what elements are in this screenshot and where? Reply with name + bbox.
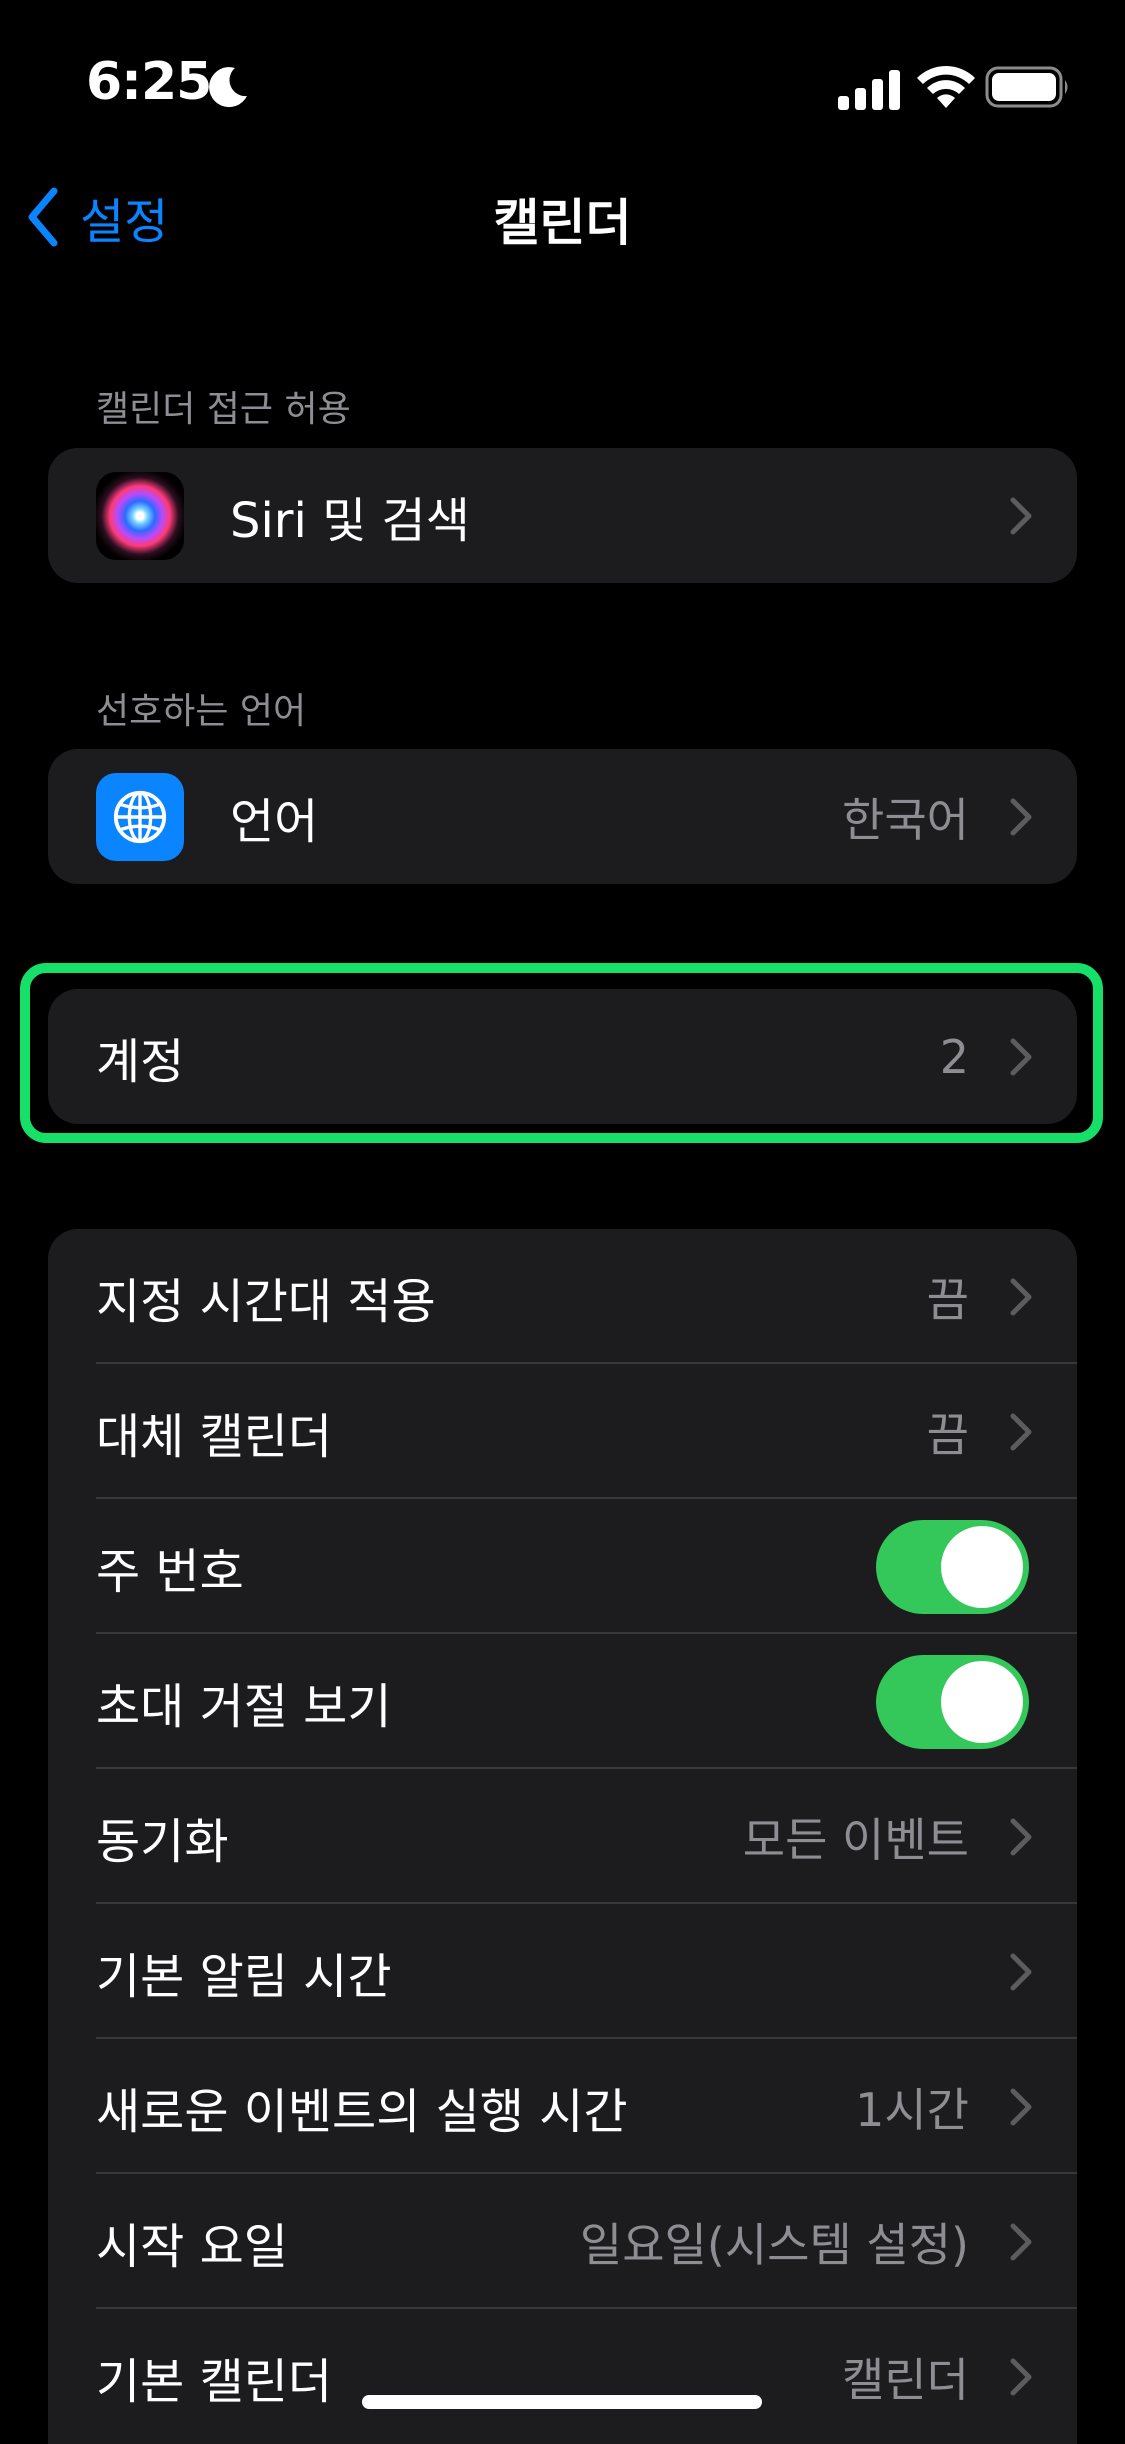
- row-alternate-calendars[interactable]: 대체 캘린더 끔: [48, 1364, 1077, 1499]
- siri-icon: [96, 471, 184, 560]
- row-label: Siri 및 검색: [230, 492, 470, 549]
- home-indicator: [362, 2395, 762, 2409]
- row-default-alert-times[interactable]: 기본 알림 시간: [48, 1904, 1077, 2039]
- nav-bar: 설정 캘린더: [0, 165, 1125, 265]
- row-value: 2: [939, 1029, 969, 1084]
- cellular-signal-icon: [838, 70, 900, 110]
- section-header-access: 캘린더 접근 허용: [96, 389, 351, 430]
- row-start-week-on[interactable]: 시작 요일 일요일(시스템 설정): [48, 2174, 1077, 2309]
- row-value: 캘린더: [842, 2352, 969, 2407]
- status-bar: 6:25: [0, 0, 1125, 180]
- section-header-language: 선호하는 언어: [96, 691, 307, 732]
- row-label: 새로운 이벤트의 실행 시간: [96, 2083, 628, 2140]
- row-value: 한국어: [842, 792, 969, 847]
- chevron-right-icon: [1010, 2358, 1032, 2395]
- chevron-right-icon: [1010, 2223, 1032, 2260]
- chevron-right-icon: [1010, 1953, 1032, 1990]
- group-access: Siri 및 검색: [48, 448, 1077, 583]
- battery-icon: [985, 66, 1068, 108]
- row-accounts[interactable]: 계정 2: [48, 989, 1077, 1124]
- row-week-numbers: 주 번호: [48, 1499, 1077, 1634]
- row-label: 지정 시간대 적용: [96, 1273, 436, 1330]
- row-label: 계정: [96, 1033, 185, 1090]
- row-label: 동기화: [96, 1813, 229, 1870]
- row-siri-search[interactable]: Siri 및 검색: [48, 448, 1077, 583]
- row-sync[interactable]: 동기화 모든 이벤트: [48, 1769, 1077, 1904]
- row-label: 시작 요일: [96, 2218, 288, 2275]
- row-label: 대체 캘린더: [96, 1408, 333, 1465]
- page-title: 캘린더: [493, 194, 632, 252]
- chevron-right-icon: [1010, 1818, 1032, 1855]
- group-language: 언어 한국어: [48, 749, 1077, 884]
- row-label: 기본 캘린더: [96, 2353, 333, 2410]
- show-declined-toggle[interactable]: [876, 1654, 1029, 1749]
- chevron-right-icon: [1010, 1278, 1032, 1315]
- row-value: 끔: [926, 1407, 969, 1462]
- row-value: 일요일(시스템 설정): [579, 2217, 969, 2272]
- moon-icon: [209, 67, 247, 108]
- row-label: 기본 알림 시간: [96, 1948, 392, 2005]
- row-time-zone-override[interactable]: 지정 시간대 적용 끔: [48, 1229, 1077, 1364]
- globe-icon: [96, 772, 184, 861]
- chevron-right-icon: [1010, 2088, 1032, 2125]
- chevron-right-icon: [1010, 1038, 1032, 1075]
- chevron-right-icon: [1010, 497, 1032, 534]
- row-language[interactable]: 언어 한국어: [48, 749, 1077, 884]
- row-show-declined: 초대 거절 보기: [48, 1634, 1077, 1769]
- toggle-knob: [941, 1525, 1023, 1608]
- week-numbers-toggle[interactable]: [876, 1519, 1029, 1614]
- toggle-knob: [941, 1660, 1023, 1743]
- wifi-icon: [917, 65, 975, 108]
- chevron-right-icon: [1010, 798, 1032, 835]
- chevron-right-icon: [1010, 1413, 1032, 1450]
- group-accounts: 계정 2: [48, 989, 1077, 1124]
- row-value: 끔: [926, 1272, 969, 1327]
- row-label: 초대 거절 보기: [96, 1678, 392, 1735]
- row-value: 모든 이벤트: [742, 1812, 969, 1867]
- row-label: 언어: [230, 793, 319, 850]
- row-default-calendar[interactable]: 기본 캘린더 캘린더: [48, 2309, 1077, 2444]
- row-new-event-duration[interactable]: 새로운 이벤트의 실행 시간 1시간: [48, 2039, 1077, 2174]
- group-settings: 지정 시간대 적용 끔 대체 캘린더 끔 주 번호 초대 거절 보기 동기화 모…: [48, 1229, 1077, 2444]
- row-value: 1시간: [855, 2082, 969, 2137]
- status-time: 6:25: [86, 52, 212, 112]
- row-label: 주 번호: [96, 1543, 244, 1600]
